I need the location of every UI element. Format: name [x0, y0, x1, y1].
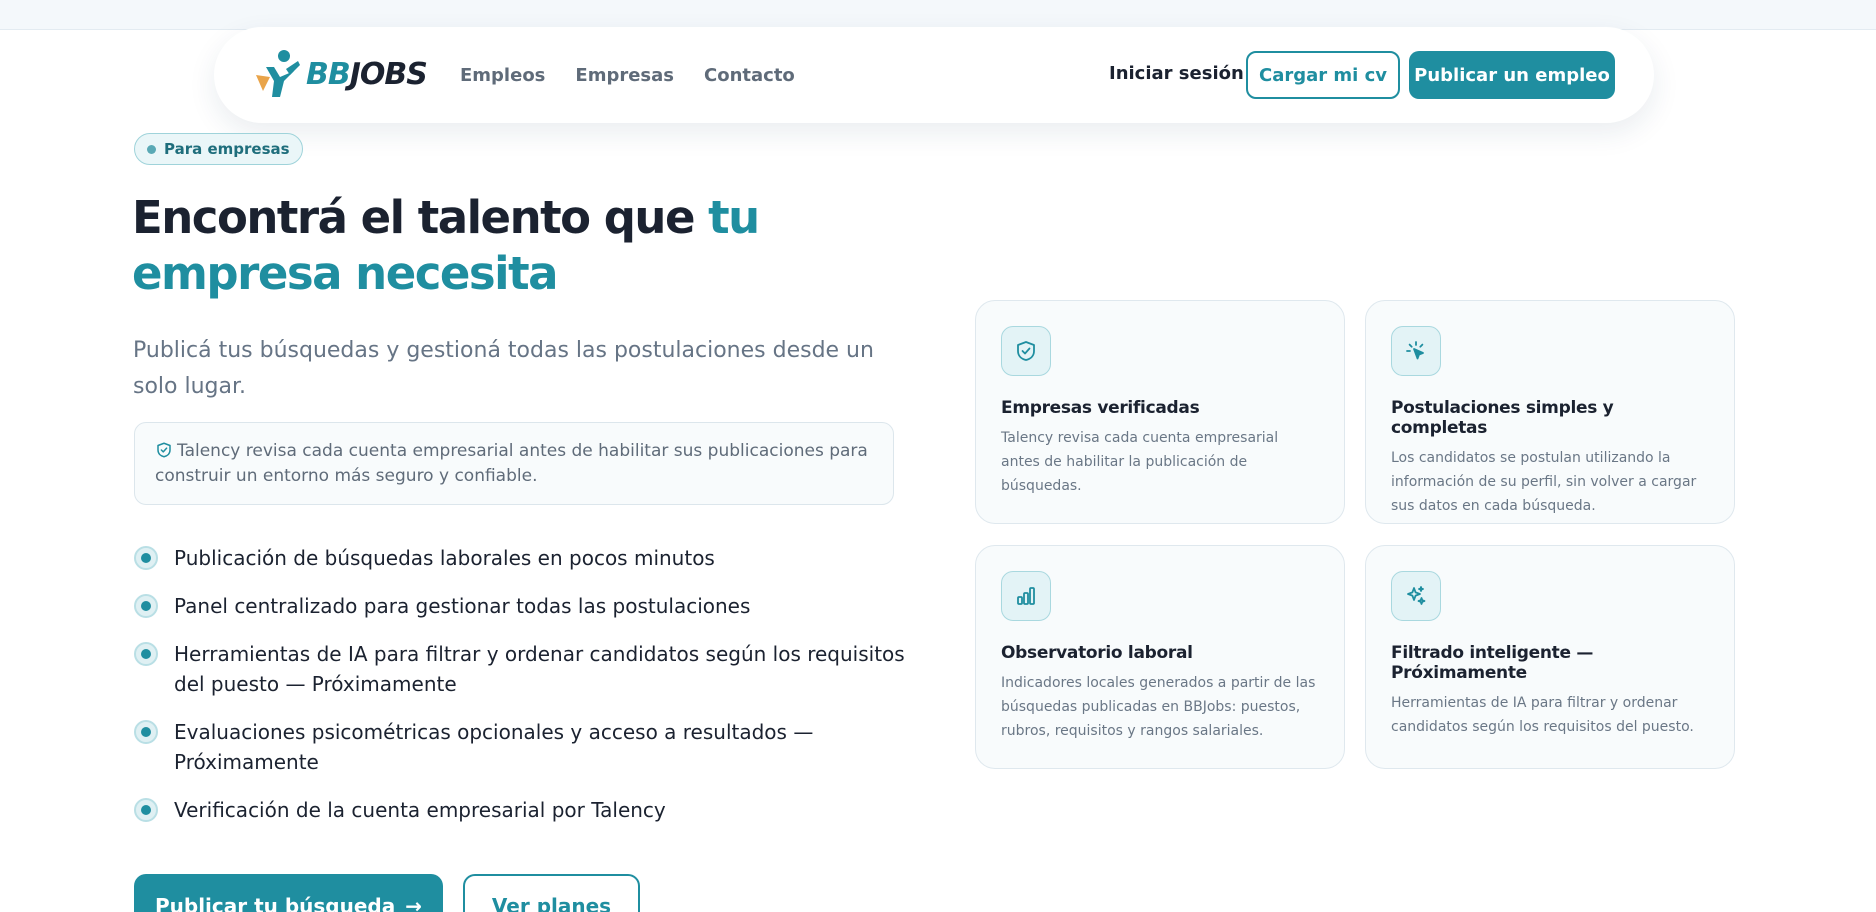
publish-search-button[interactable]: Publicar tu búsqueda →: [134, 874, 443, 912]
card-labor-observatory: Observatorio laboral Indicadores locales…: [975, 545, 1345, 769]
nav-link-contacto[interactable]: Contacto: [704, 65, 795, 86]
logo-figure-icon: [256, 50, 300, 97]
sparkles-icon: [1407, 586, 1426, 605]
bullet-icon: [134, 720, 158, 744]
top-band: [0, 0, 1876, 30]
card-title: Filtrado inteligente — Próximamente: [1391, 643, 1594, 683]
nav-link-empresas[interactable]: Empresas: [575, 65, 674, 86]
card-smart-filtering: Filtrado inteligente — Próximamente Herr…: [1365, 545, 1735, 769]
list-item: Verificación de la cuenta empresarial po…: [134, 795, 924, 825]
card-text: Los candidatos se postulan utilizando la…: [1391, 450, 1697, 514]
bullet-icon: [134, 798, 158, 822]
nav-link-empleos[interactable]: Empleos: [460, 65, 545, 86]
list-item: Herramientas de IA para filtrar y ordena…: [134, 639, 924, 699]
view-plans-button[interactable]: Ver planes: [463, 874, 640, 912]
card-text: Indicadores locales generados a partir d…: [1001, 675, 1316, 739]
bullet-icon: [134, 642, 158, 666]
publish-job-button[interactable]: Publicar un empleo: [1409, 51, 1615, 99]
bar-chart-icon: [1017, 587, 1035, 605]
hero-lead: Publicá tus búsquedas y gestioná todas l…: [133, 338, 874, 399]
pointer-click-icon: [1406, 341, 1424, 360]
upload-cv-button[interactable]: Cargar mi cv: [1246, 51, 1400, 99]
card-title: Observatorio laboral: [1001, 643, 1193, 663]
verification-notice: Talency revisa cada cuenta empresarial a…: [134, 422, 894, 505]
badge-dot-icon: [147, 144, 156, 154]
card-title: Empresas verificadas: [1001, 398, 1200, 418]
page-title: Encontrá el talento que tu empresa necesi…: [132, 191, 760, 300]
list-item: Publicación de búsquedas laborales en po…: [134, 543, 924, 573]
login-link[interactable]: Iniciar sesión: [1109, 63, 1244, 84]
card-text: Herramientas de IA para filtrar y ordena…: [1391, 695, 1694, 735]
logo-wordmark: BBJOBS: [306, 57, 428, 92]
logo[interactable]: BBJOBS: [254, 47, 434, 103]
list-item: Panel centralizado para gestionar todas …: [134, 591, 924, 621]
shield-check-icon: [157, 442, 171, 458]
card-text: Talency revisa cada cuenta empresarial a…: [1001, 430, 1279, 494]
arrow-right-icon: →: [405, 894, 423, 912]
badge-label: Para empresas: [164, 140, 290, 158]
feature-list: Publicación de búsquedas laborales en po…: [134, 543, 924, 843]
card-verified-companies: Empresas verificadas Talency revisa cada…: [975, 300, 1345, 524]
card-title: Postulaciones simples y completas: [1391, 398, 1614, 438]
list-item: Evaluaciones psicométricas opcionales y …: [134, 717, 924, 777]
nav-links: Empleos Empresas Contacto: [460, 27, 795, 123]
card-simple-applications: Postulaciones simples y completas Los ca…: [1365, 300, 1735, 524]
audience-badge: Para empresas: [134, 133, 303, 165]
bullet-icon: [134, 546, 158, 570]
navbar: BBJOBS Empleos Empresas Contacto Iniciar…: [214, 27, 1654, 123]
notice-text: Talency revisa cada cuenta empresarial a…: [155, 441, 868, 486]
shield-check-icon: [1017, 341, 1035, 361]
bullet-icon: [134, 594, 158, 618]
